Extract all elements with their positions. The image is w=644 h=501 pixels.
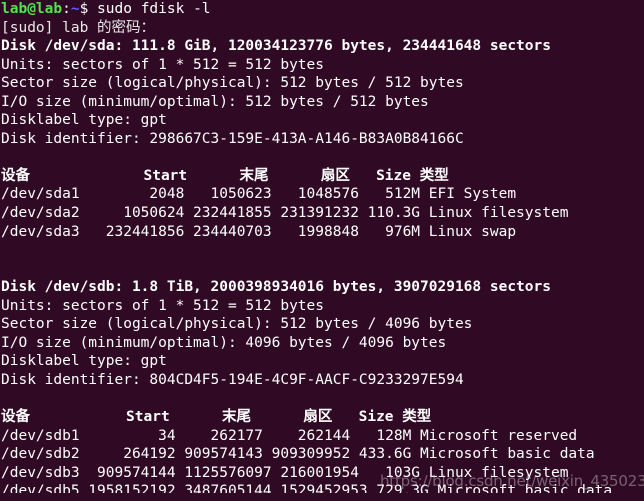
disk-sdb-io-size: I/O size (minimum/optimal): 4096 bytes /… [1, 334, 447, 351]
prompt-sigil: $ [79, 1, 89, 17]
table-row: /dev/sdb3 909574144 1125576097 216001954… [1, 464, 569, 481]
table-row: /dev/sda1 2048 1050623 1048576 512M EFI … [1, 186, 517, 203]
prompt-user-host: lab@lab [1, 1, 63, 17]
disk-sda-sector-size: Sector size (logical/physical): 512 byte… [1, 75, 464, 92]
table-row: /dev/sda2 1050624 232441855 231391232 11… [1, 205, 569, 222]
table-row: /dev/sdb1 34 262177 262144 128M Microsof… [1, 427, 578, 444]
disk-sdb-disklabel: Disklabel type: gpt [1, 353, 167, 370]
prompt-path: ~ [70, 1, 80, 17]
terminal-bottom-margin [0, 493, 644, 501]
command-text: sudo fdisk -l [88, 1, 211, 17]
disk-sdb-header: Disk /dev/sdb: 1.8 TiB, 2000398934016 by… [1, 279, 551, 296]
disk-sdb-identifier: Disk identifier: 804CD4F5-194E-4C9F-AACF… [1, 371, 464, 388]
table-row: /dev/sda3 232441856 234440703 1998848 97… [1, 223, 517, 240]
disk-sdb-sector-size: Sector size (logical/physical): 512 byte… [1, 316, 473, 333]
disk-sda-header: Disk /dev/sda: 111.8 GiB, 120034123776 b… [1, 38, 551, 55]
terminal-screen[interactable]: lab@lab:~$ sudo fdisk -l [sudo] lab 的密码：… [1, 0, 644, 501]
prompt-colon: : [62, 1, 71, 17]
sdb-table-header: 设备 Start 末尾 扇区 Size 类型 [1, 409, 432, 426]
command-line: lab@lab:~$ sudo fdisk -l [1, 0, 644, 19]
password-prompt: [sudo] lab 的密码： [1, 19, 156, 36]
disk-sda-io-size: I/O size (minimum/optimal): 512 bytes / … [1, 93, 429, 110]
disk-sda-disklabel: Disklabel type: gpt [1, 112, 167, 129]
disk-sda-identifier: Disk identifier: 298667C3-159E-413A-A146… [1, 130, 464, 147]
sda-table-header: 设备 Start 末尾 扇区 Size 类型 [1, 167, 449, 184]
table-row: /dev/sdb2 264192 909574143 909309952 433… [1, 446, 595, 463]
disk-sda-units: Units: sectors of 1 * 512 = 512 bytes [1, 56, 325, 73]
terminal-window: lab@lab:~$ sudo fdisk -l [sudo] lab 的密码：… [0, 0, 644, 501]
disk-sdb-units: Units: sectors of 1 * 512 = 512 bytes [1, 297, 325, 314]
